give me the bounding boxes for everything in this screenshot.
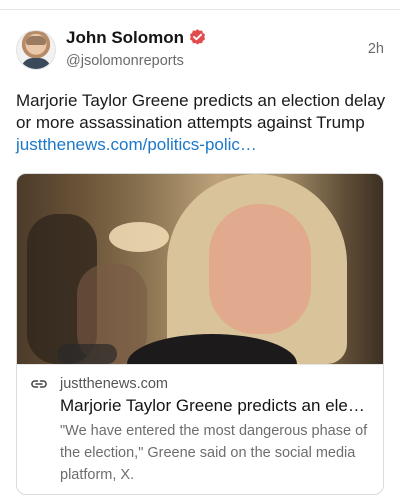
microphone (57, 344, 117, 364)
avatar-shirt (21, 58, 51, 69)
post-time: 2h (367, 41, 384, 57)
link-preview-card[interactable]: justthenews.com Marjorie Taylor Greene p… (16, 173, 384, 495)
post[interactable]: John Solomon @jsolomonreports 2h Marjori… (0, 10, 400, 500)
post-body: Marjorie Taylor Greene predicts an elect… (16, 91, 386, 132)
card-domain: justthenews.com (60, 376, 168, 392)
avatar[interactable] (16, 30, 56, 70)
post-link[interactable]: justthenews.com/politics-polic… (16, 135, 257, 154)
post-text: Marjorie Taylor Greene predicts an elect… (16, 90, 388, 156)
display-name[interactable]: John Solomon (66, 28, 184, 48)
card-description: "We have entered the most dangerous phas… (60, 423, 368, 483)
subject-face (209, 204, 311, 334)
link-icon (31, 380, 47, 388)
card-title[interactable]: Marjorie Taylor Greene predicts an ele… (60, 396, 374, 416)
card-body[interactable]: justthenews.com Marjorie Taylor Greene p… (17, 364, 383, 494)
card-image[interactable] (17, 174, 383, 364)
handle[interactable]: @jsolomonreports (66, 53, 184, 69)
avatar-hair (26, 36, 46, 45)
verified-badge-icon (189, 29, 206, 45)
background-light (109, 222, 169, 252)
